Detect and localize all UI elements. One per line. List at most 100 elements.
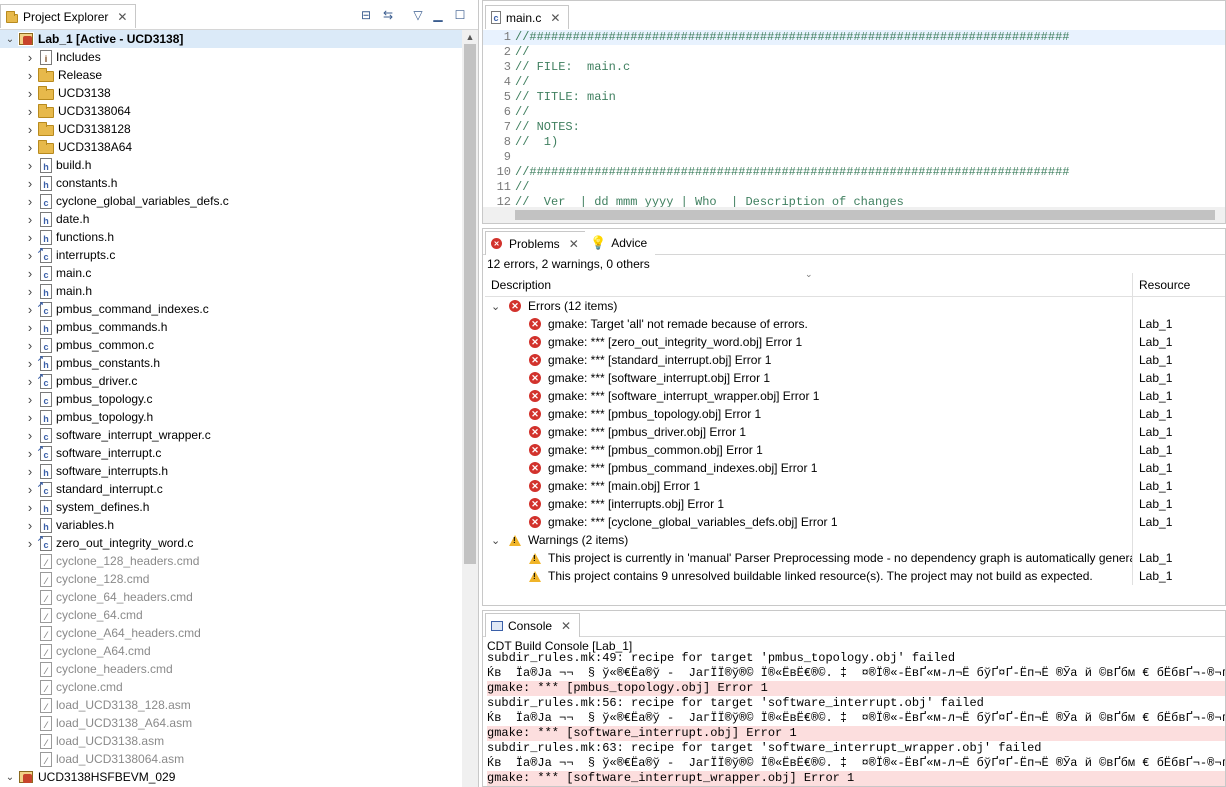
tree-file-node[interactable]: › h pmbus_topology.h [0,408,153,426]
chevron-down-icon[interactable]: ⌄ [4,768,16,786]
problem-row[interactable]: ✕ gmake: *** [software_interrupt_wrapper.… [485,387,1225,405]
problem-row[interactable]: ✕ gmake: *** [cyclone_global_variables_de… [485,513,1225,531]
chevron-right-icon[interactable]: › [24,354,36,372]
code-line[interactable]: 2 // [483,45,1225,60]
chevron-right-icon[interactable]: › [24,534,36,552]
chevron-right-icon[interactable]: › [24,444,36,462]
vertical-scrollbar[interactable]: ▲ [462,30,478,787]
chevron-right-icon[interactable]: › [24,372,36,390]
horizontal-scrollbar[interactable] [483,207,1225,223]
tree-file-node[interactable]: ⁄ cyclone_A64_headers.cmd [0,624,201,642]
tree-file-node[interactable]: › h variables.h [0,516,114,534]
tree-file-node[interactable]: ›c zero_out_integrity_word.c [0,534,193,552]
tree-file-node[interactable]: ⁄ cyclone_A64.cmd [0,642,151,660]
problem-row[interactable]: ✕ gmake: *** [zero_out_integrity_word.obj… [485,333,1225,351]
chevron-right-icon[interactable]: › [24,228,36,246]
chevron-right-icon[interactable]: › [24,246,36,264]
chevron-down-icon[interactable]: ⌄ [491,534,505,547]
tree-file-node[interactable]: ⁄ cyclone_64.cmd [0,606,143,624]
problem-row[interactable]: ✕ gmake: Target 'all' not remade because … [485,315,1225,333]
tree-folder-node[interactable]: › UCD3138A64 [0,138,132,156]
chevron-right-icon[interactable]: › [24,138,36,156]
tree-file-node[interactable]: › h build.h [0,156,91,174]
tree-project-node[interactable]: ⌄ UCD3138HSFBEVM_029 [0,768,175,786]
tree-file-node[interactable]: ⁄ cyclone_64_headers.cmd [0,588,193,606]
minimize-icon[interactable]: ▁ [430,7,446,23]
tree-file-node[interactable]: ›c pmbus_command_indexes.c [0,300,209,318]
tree-file-node[interactable]: › c pmbus_common.c [0,336,154,354]
chevron-right-icon[interactable]: › [24,66,36,84]
problem-group-row[interactable]: ⌄ Warnings (2 items) [485,531,1225,549]
collapse-all-icon[interactable]: ⊟ [358,7,374,23]
tree-file-node[interactable]: ›c software_interrupt.c [0,444,161,462]
code-line[interactable]: 6 // [483,105,1225,120]
problem-row[interactable]: ✕ gmake: *** [standard_interrupt.obj] Err… [485,351,1225,369]
tab-console[interactable]: Console ✕ [485,613,581,637]
code-line[interactable]: 9 [483,150,1225,165]
chevron-right-icon[interactable]: › [24,300,36,318]
close-icon[interactable]: ✕ [561,619,571,633]
tree-project-node[interactable]: ⌄ Lab_1 [Active - UCD3138] [0,30,462,48]
tree-file-node[interactable]: › h pmbus_commands.h [0,318,167,336]
tree-file-node[interactable]: ⁄ load_UCD3138_A64.asm [0,714,192,732]
chevron-down-icon[interactable]: ⌄ [4,30,16,48]
tree-folder-node[interactable]: › UCD3138 [0,84,111,102]
code-line[interactable]: 3 // FILE: main.c [483,60,1225,75]
tree-file-node[interactable]: ⁄ load_UCD3138_128.asm [0,696,191,714]
tree-file-node[interactable]: ›c pmbus_driver.c [0,372,137,390]
tree-file-node[interactable]: › h main.h [0,282,92,300]
tree-file-node[interactable]: › h software_interrupts.h [0,462,168,480]
tab-problems[interactable]: ✕ Problems ✕ [485,231,588,255]
chevron-right-icon[interactable]: › [24,408,36,426]
scroll-up-icon[interactable]: ▲ [462,30,478,44]
link-with-editor-icon[interactable]: ⇆ [380,7,396,23]
chevron-right-icon[interactable]: › [24,210,36,228]
problem-row[interactable]: ✕ gmake: *** [pmbus_driver.obj] Error 1 La… [485,423,1225,441]
chevron-right-icon[interactable]: › [24,426,36,444]
chevron-right-icon[interactable]: › [24,318,36,336]
tree-file-node[interactable]: › c software_interrupt_wrapper.c [0,426,211,444]
tree-file-node[interactable]: ⁄ cyclone_128.cmd [0,570,149,588]
chevron-right-icon[interactable]: › [24,192,36,210]
chevron-right-icon[interactable]: › [24,498,36,516]
problem-row[interactable]: ✕ gmake: *** [software_interrupt.obj] Err… [485,369,1225,387]
tree-file-node[interactable]: ⁄ load_UCD3138064.asm [0,750,184,768]
code-line[interactable]: 10 //####################################… [483,165,1225,180]
scrollbar-thumb[interactable] [464,44,476,564]
chevron-right-icon[interactable]: › [24,462,36,480]
code-line[interactable]: 11 // [483,180,1225,195]
maximize-icon[interactable]: ☐ [452,7,468,23]
chevron-right-icon[interactable]: › [24,156,36,174]
close-icon[interactable]: ✕ [569,237,579,251]
chevron-right-icon[interactable]: › [24,102,36,120]
chevron-down-icon[interactable]: ⌄ [491,300,505,313]
tab-advice[interactable]: 💡 Advice [585,231,656,255]
tree-file-node[interactable]: › c cyclone_global_variables_defs.c [0,192,229,210]
tree-file-node[interactable]: ›c standard_interrupt.c [0,480,163,498]
chevron-right-icon[interactable]: › [24,264,36,282]
view-menu-icon[interactable]: ▽ [410,7,426,23]
problem-group-row[interactable]: ⌄ ✕ Errors (12 items) [485,297,1225,315]
close-icon[interactable]: ✕ [117,10,127,24]
code-line[interactable]: 4 // [483,75,1225,90]
chevron-right-icon[interactable]: › [24,516,36,534]
problem-row[interactable]: ✕ gmake: *** [pmbus_common.obj] Error 1 La… [485,441,1225,459]
problem-row[interactable]: This project is currently in 'manual' Pa… [485,549,1225,567]
problem-row[interactable]: ✕ gmake: *** [interrupts.obj] Error 1 Lab_… [485,495,1225,513]
tree-folder-node[interactable]: › Release [0,66,102,84]
code-line[interactable]: 1 //#####################################… [483,30,1225,45]
tree-folder-node[interactable]: › UCD3138128 [0,120,131,138]
tab-project-explorer[interactable]: Project Explorer ✕ [0,4,137,28]
tree-file-node[interactable]: ⁄ cyclone_128_headers.cmd [0,552,199,570]
tree-folder-node[interactable]: › UCD3138064 [0,102,131,120]
problem-row[interactable]: ✕ gmake: *** [pmbus_command_indexes.obj] … [485,459,1225,477]
column-header-resource[interactable]: Resource [1133,273,1190,297]
tree-file-node[interactable]: ⁄ load_UCD3138.asm [0,732,164,750]
chevron-right-icon[interactable]: › [24,480,36,498]
tree-file-node[interactable]: › h system_defines.h [0,498,149,516]
code-line[interactable]: 7 // NOTES: [483,120,1225,135]
chevron-right-icon[interactable]: › [24,48,36,66]
code-line[interactable]: 5 // TITLE: main [483,90,1225,105]
chevron-right-icon[interactable]: › [24,390,36,408]
chevron-right-icon[interactable]: › [24,120,36,138]
